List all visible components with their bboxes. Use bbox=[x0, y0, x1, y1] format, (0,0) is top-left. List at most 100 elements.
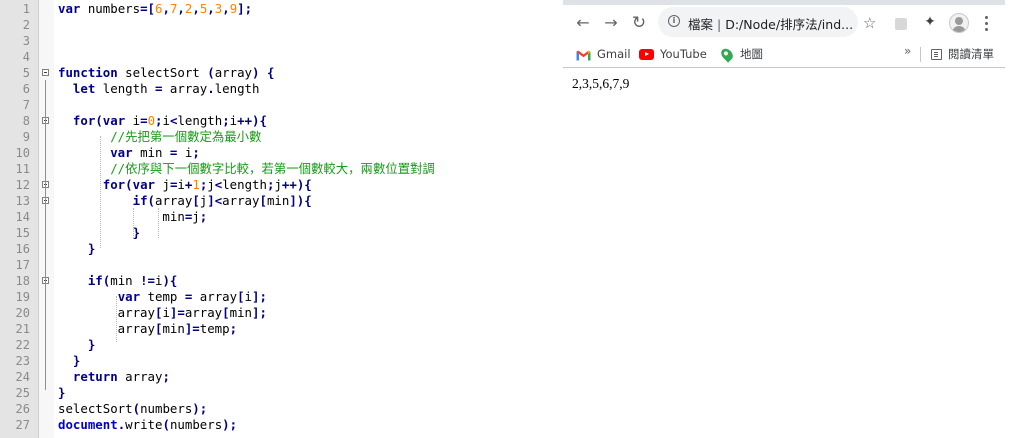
code-text[interactable]: array[i]=array[min]; bbox=[58, 305, 267, 321]
bookmark-star-icon[interactable]: ☆ bbox=[863, 13, 876, 33]
line-number: 13 bbox=[15, 194, 30, 208]
code-text[interactable]: var temp = array[i]; bbox=[58, 289, 267, 305]
line-number: 1 bbox=[22, 2, 30, 16]
forward-arrow-icon[interactable]: → bbox=[601, 13, 621, 33]
code-line[interactable]: 14 min=j; bbox=[0, 209, 563, 225]
code-line[interactable]: 2 bbox=[0, 17, 563, 33]
code-line[interactable]: 12 for(var j=i+1;j<length;j++){ bbox=[0, 177, 563, 193]
code-line[interactable]: 3 bbox=[0, 33, 563, 49]
code-line[interactable]: 7 bbox=[0, 97, 563, 113]
indent-guide bbox=[158, 208, 159, 238]
more-bookmarks-chevron-icon[interactable]: » bbox=[904, 44, 911, 58]
indent-guide bbox=[116, 296, 117, 342]
line-number: 4 bbox=[22, 50, 30, 64]
line-number: 20 bbox=[15, 306, 30, 320]
line-number: 3 bbox=[22, 34, 30, 48]
code-line[interactable]: 13 if(array[j]<array[min]){ bbox=[0, 193, 563, 209]
code-line[interactable]: 22 } bbox=[0, 337, 563, 353]
reload-icon[interactable]: ↻ bbox=[629, 13, 649, 33]
code-line[interactable]: 16 } bbox=[0, 241, 563, 257]
info-icon[interactable]: i bbox=[668, 15, 680, 27]
line-number: 18 bbox=[15, 274, 30, 288]
page-output-text: 2,3,5,6,7,9 bbox=[572, 76, 630, 91]
code-line[interactable]: 9 //先把第一個數定為最小數 bbox=[0, 129, 563, 145]
indent-guide bbox=[133, 208, 134, 238]
code-line[interactable]: 18 if(min !=i){ bbox=[0, 273, 563, 289]
code-line[interactable]: 4 bbox=[0, 49, 563, 65]
bookmarks-divider bbox=[920, 47, 921, 62]
line-number: 12 bbox=[15, 178, 30, 192]
code-line[interactable]: 15 } bbox=[0, 225, 563, 241]
code-text[interactable]: return array; bbox=[58, 369, 170, 385]
line-number: 10 bbox=[15, 146, 30, 160]
code-text[interactable]: } bbox=[58, 385, 65, 401]
maps-icon bbox=[718, 46, 736, 63]
reading-list-label: 閱讀清單 bbox=[948, 47, 994, 61]
code-line[interactable]: 27 document.write(numbers); bbox=[0, 417, 563, 433]
line-number: 22 bbox=[15, 338, 30, 352]
url-text[interactable]: 檔案 | D:/Node/排序法/ind... bbox=[688, 14, 853, 33]
extensions-puzzle-icon[interactable]: ✦ bbox=[922, 14, 938, 30]
code-text[interactable]: } bbox=[58, 353, 80, 369]
fold-toggle-icon[interactable] bbox=[42, 69, 49, 76]
line-number: 5 bbox=[22, 66, 30, 80]
gmail-icon bbox=[576, 49, 591, 61]
line-number: 11 bbox=[15, 162, 30, 176]
line-number: 21 bbox=[15, 322, 30, 336]
code-line[interactable]: 11 //依序與下一個數字比較，若第一個數較大，兩數位置對調 bbox=[0, 161, 563, 177]
code-text[interactable]: var numbers=[6,7,2,5,3,9]; bbox=[58, 1, 252, 17]
line-number: 6 bbox=[22, 82, 30, 96]
extension-icon[interactable] bbox=[895, 18, 907, 30]
code-line[interactable]: 20 array[i]=array[min]; bbox=[0, 305, 563, 321]
code-line[interactable]: 25} bbox=[0, 385, 563, 401]
code-text[interactable]: let length = array.length bbox=[58, 81, 260, 97]
code-text[interactable]: document.write(numbers); bbox=[58, 417, 237, 433]
bookmark-gmail[interactable]: Gmail bbox=[576, 46, 631, 62]
line-number: 7 bbox=[22, 98, 30, 112]
code-line[interactable]: 19 var temp = array[i]; bbox=[0, 289, 563, 305]
line-number: 27 bbox=[15, 418, 30, 432]
code-text[interactable]: var min = i; bbox=[58, 145, 200, 161]
code-line[interactable]: 17 bbox=[0, 257, 563, 273]
back-arrow-icon[interactable]: ← bbox=[573, 13, 593, 33]
code-editor[interactable]: 1 var numbers=[6,7,2,5,3,9]; 2 3 4 5 function … bbox=[0, 0, 563, 438]
code-text[interactable]: } bbox=[58, 241, 95, 257]
reading-list-icon bbox=[931, 49, 942, 60]
code-text[interactable]: array[min]=temp; bbox=[58, 321, 237, 337]
code-line[interactable]: 21 array[min]=temp; bbox=[0, 321, 563, 337]
reading-list[interactable]: 閱讀清單 bbox=[931, 46, 994, 62]
line-number: 16 bbox=[15, 242, 30, 256]
address-bar[interactable]: i 檔案 | D:/Node/排序法/ind... bbox=[658, 7, 858, 37]
bookmark-maps[interactable]: 地圖 bbox=[718, 46, 763, 63]
kebab-menu-icon[interactable] bbox=[983, 13, 989, 33]
code-text[interactable]: //先把第一個數定為最小數 bbox=[58, 129, 261, 145]
code-line[interactable]: 8 for(var i=0;i<length;i++){ bbox=[0, 113, 563, 129]
line-number: 23 bbox=[15, 354, 30, 368]
code-text[interactable]: if(array[j]<array[min]){ bbox=[58, 193, 312, 209]
code-text[interactable]: selectSort(numbers); bbox=[58, 401, 207, 417]
line-number: 19 bbox=[15, 290, 30, 304]
code-line[interactable]: 5 function selectSort (array) { bbox=[0, 65, 563, 81]
line-number: 26 bbox=[15, 402, 30, 416]
code-text[interactable]: if(min !=i){ bbox=[58, 273, 178, 289]
profile-avatar[interactable] bbox=[949, 13, 969, 33]
code-text[interactable]: } bbox=[58, 337, 95, 353]
line-number: 14 bbox=[15, 210, 30, 224]
code-line[interactable]: 6 let length = array.length bbox=[0, 81, 563, 97]
code-line[interactable]: 10 var min = i; bbox=[0, 145, 563, 161]
browser-window: ← → ↻ i 檔案 | D:/Node/排序法/ind... ☆ ✦ Gmai… bbox=[563, 0, 1005, 68]
code-line[interactable]: 1 var numbers=[6,7,2,5,3,9]; bbox=[0, 1, 563, 17]
code-line[interactable]: 24 return array; bbox=[0, 369, 563, 385]
code-text[interactable]: for(var j=i+1;j<length;j++){ bbox=[58, 177, 312, 193]
url-separator: | bbox=[717, 17, 722, 32]
code-line[interactable]: 26 selectSort(numbers); bbox=[0, 401, 563, 417]
code-text[interactable]: //依序與下一個數字比較，若第一個數較大，兩數位置對調 bbox=[58, 161, 435, 177]
line-number: 24 bbox=[15, 370, 30, 384]
bookmark-youtube[interactable]: YouTube bbox=[639, 46, 707, 62]
code-line[interactable]: 23 } bbox=[0, 353, 563, 369]
line-number: 25 bbox=[15, 386, 30, 400]
code-text[interactable]: function selectSort (array) { bbox=[58, 65, 274, 81]
line-number: 2 bbox=[22, 18, 30, 32]
bookmark-label: Gmail bbox=[597, 47, 631, 61]
code-text[interactable]: for(var i=0;i<length;i++){ bbox=[58, 113, 267, 129]
